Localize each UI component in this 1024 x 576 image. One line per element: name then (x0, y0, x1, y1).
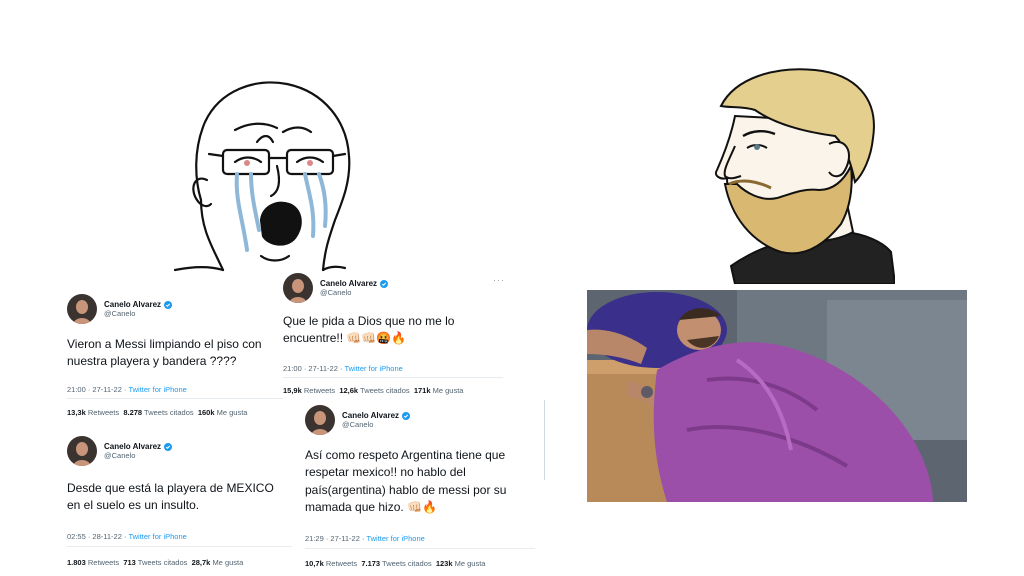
quote-count[interactable]: 8.278 (123, 408, 142, 417)
avatar[interactable] (283, 273, 313, 303)
tweet-header: Canelo Alvarez @Canelo (67, 294, 173, 324)
retweet-count[interactable]: 15,9k (283, 386, 302, 395)
retweet-count[interactable]: 13,3k (67, 408, 86, 417)
tweet-card[interactable]: Canelo Alvarez @Canelo Así como respeto … (305, 405, 545, 571)
tweet-timestamp: 21:00 · 27-11-22 · Twitter for iPhone (67, 385, 187, 394)
tweet-timestamp: 21:29 · 27-11-22 · Twitter for iPhone (305, 534, 425, 543)
more-options-icon[interactable]: ··· (493, 275, 505, 285)
tweet-card[interactable]: Canelo Alvarez @Canelo Desde que está la… (67, 436, 302, 572)
verified-badge-icon (164, 300, 173, 309)
quote-count[interactable]: 7.173 (361, 559, 380, 568)
like-count[interactable]: 160k (198, 408, 215, 417)
like-count[interactable]: 123k (436, 559, 453, 568)
avatar[interactable] (67, 294, 97, 324)
retweet-count[interactable]: 10,7k (305, 559, 324, 568)
scroll-line (544, 400, 545, 480)
avatar[interactable] (305, 405, 335, 435)
tweet-source-link[interactable]: Twitter for iPhone (128, 385, 186, 394)
tweet-author-handle[interactable]: @Canelo (104, 451, 172, 460)
tweet-card[interactable]: Canelo Alvarez @Canelo ··· Que le pida a… (283, 273, 513, 399)
like-count[interactable]: 28,7k (192, 558, 211, 567)
divider (67, 546, 292, 547)
tweet-header: Canelo Alvarez @Canelo (305, 405, 411, 435)
tweet-author-name[interactable]: Canelo Alvarez (342, 411, 399, 421)
verified-badge-icon (164, 442, 173, 451)
verified-badge-icon (380, 279, 389, 288)
tweet-header: Canelo Alvarez @Canelo (283, 273, 389, 303)
quote-count[interactable]: 713 (123, 558, 136, 567)
tweet-timestamp: 02:55 · 28-11-22 · Twitter for iPhone (67, 532, 187, 541)
tweet-stats: 1.803 Retweets 713 Tweets citados 28,7k … (67, 558, 244, 567)
crying-wojak-drawing (173, 81, 351, 272)
tweet-text: Desde que está la playera de MEXICO en e… (67, 481, 274, 513)
tweet-author-handle[interactable]: @Canelo (342, 420, 410, 429)
quote-count[interactable]: 12,6k (339, 386, 358, 395)
tweet-card[interactable]: Canelo Alvarez @Canelo Vieron a Messi li… (67, 294, 297, 426)
retweet-count[interactable]: 1.803 (67, 558, 86, 567)
tweet-author-name[interactable]: Canelo Alvarez (104, 442, 161, 452)
divider (67, 398, 287, 399)
tweet-source-link[interactable]: Twitter for iPhone (128, 532, 186, 541)
tweet-stats: 13,3k Retweets 8.278 Tweets citados 160k… (67, 408, 248, 417)
sleeping-person-photo (587, 290, 967, 502)
tweet-stats: 15,9k Retweets 12,6k Tweets citados 171k… (283, 386, 464, 395)
tweet-author-name[interactable]: Canelo Alvarez (104, 300, 161, 310)
tweet-author-handle[interactable]: @Canelo (104, 309, 172, 318)
tweet-text: Vieron a Messi limpiando el piso con nue… (67, 337, 262, 369)
tweet-author-handle[interactable]: @Canelo (320, 288, 388, 297)
tweet-source-link[interactable]: Twitter for iPhone (344, 364, 402, 373)
tweet-text: Que le pida a Dios que no me lo encuentr… (283, 314, 455, 346)
divider (305, 548, 535, 549)
tweet-text: Así como respeto Argentina tiene que res… (305, 448, 507, 515)
tweet-timestamp: 21:00 · 27-11-22 · Twitter for iPhone (283, 364, 403, 373)
verified-badge-icon (402, 411, 411, 420)
tweet-stats: 10,7k Retweets 7.173 Tweets citados 123k… (305, 559, 486, 568)
chad-bearded-drawing (715, 68, 895, 284)
like-count[interactable]: 171k (414, 386, 431, 395)
tweet-author-name[interactable]: Canelo Alvarez (320, 279, 377, 289)
tweet-header: Canelo Alvarez @Canelo (67, 436, 173, 466)
avatar[interactable] (67, 436, 97, 466)
divider (283, 377, 503, 378)
tweet-source-link[interactable]: Twitter for iPhone (366, 534, 424, 543)
